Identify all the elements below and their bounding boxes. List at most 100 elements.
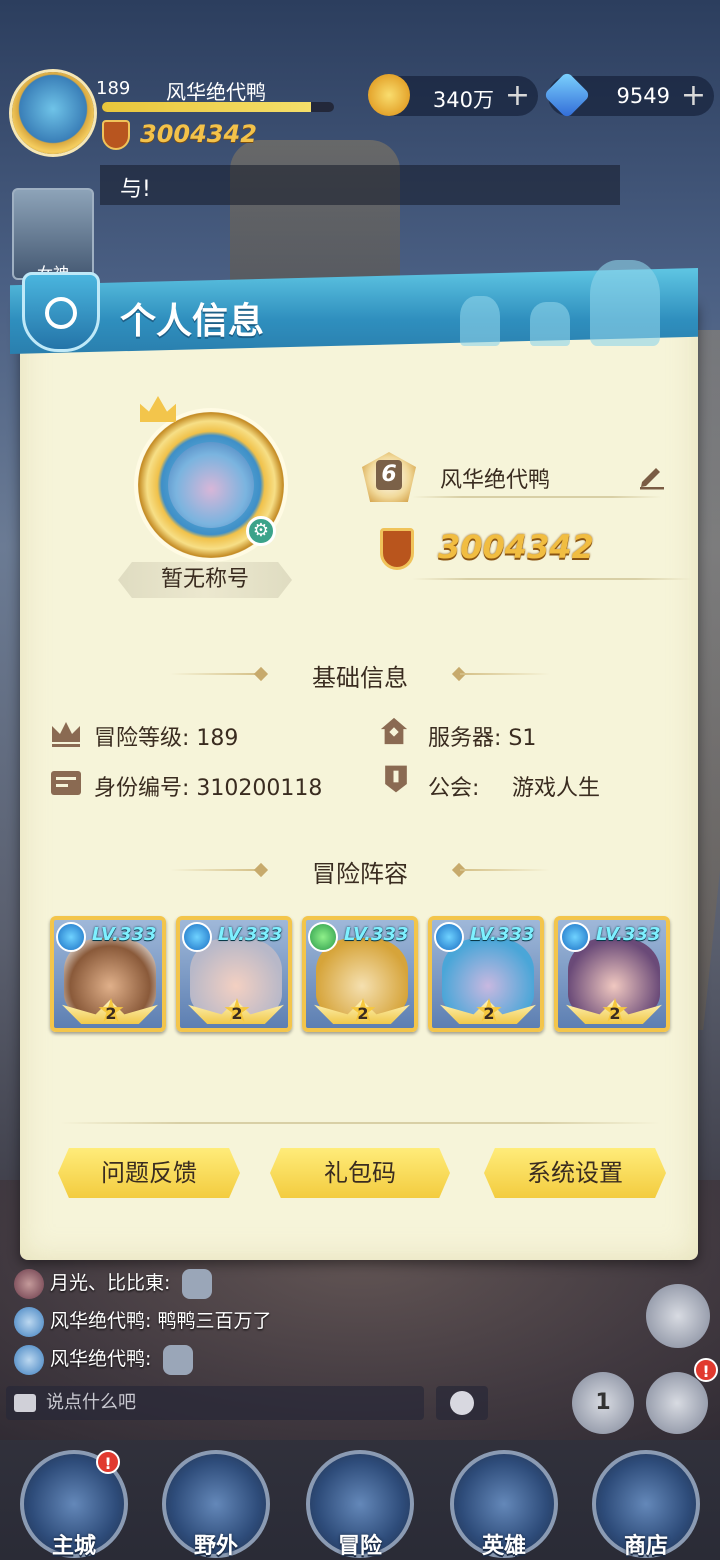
- hero-level: LV.333: [596, 924, 661, 945]
- section-divider-right: [460, 869, 550, 871]
- player-avatar[interactable]: [12, 72, 94, 154]
- add-gold-button[interactable]: +: [505, 78, 530, 114]
- hero-level: LV.333: [344, 924, 409, 945]
- wind-element-icon: [308, 922, 338, 952]
- guild-label: 公会:: [428, 776, 480, 801]
- crown-level-icon: [52, 722, 80, 747]
- hero-level: LV.333: [92, 924, 157, 945]
- avatar-portrait: [168, 442, 254, 528]
- panel-title: 个人信息: [120, 301, 265, 342]
- gold-value: 340万: [432, 88, 494, 112]
- profile-power-shield-icon: [380, 528, 414, 570]
- power-shield-icon: [102, 120, 130, 150]
- section-divider-right: [460, 673, 550, 675]
- gold-counter: 340万 +: [368, 74, 538, 116]
- basic-info-heading: 基础信息: [312, 664, 408, 692]
- profile-power: 3004342: [438, 528, 594, 566]
- gift-code-button[interactable]: 礼包码: [270, 1148, 450, 1198]
- server-icon: [380, 717, 408, 745]
- avatar-title-ribbon[interactable]: 暂无称号: [118, 562, 292, 598]
- chat-bubble-icon: [14, 1394, 36, 1412]
- adventure-level: 冒险等级: 189: [94, 726, 239, 751]
- nav-adventure[interactable]: 冒险: [300, 1450, 420, 1560]
- hero-card[interactable]: LV.333 2: [50, 916, 166, 1032]
- exp-bar-fill: [102, 102, 311, 112]
- water-element-icon: [182, 922, 212, 952]
- nav-alert-badge: !: [96, 1450, 120, 1474]
- hero-star-count: 2: [231, 1004, 243, 1023]
- nav-wild[interactable]: 野外: [156, 1450, 276, 1560]
- player-level: 189: [96, 78, 131, 99]
- hero-star-count: 2: [609, 1004, 621, 1023]
- chat-message-text: 月光、比比東:: [50, 1272, 171, 1294]
- sticker-icon: [182, 1268, 213, 1299]
- gem-counter: 9549 +: [543, 71, 714, 119]
- chat-message-text: 风华绝代鸭: 鸭鸭三百万了: [50, 1310, 272, 1332]
- hero-level: LV.333: [470, 924, 535, 945]
- emblem-ring: [45, 297, 77, 329]
- hero-card[interactable]: LV.333 2: [176, 916, 292, 1032]
- nav-label: 冒险: [337, 1534, 382, 1559]
- add-gems-button[interactable]: +: [681, 78, 706, 114]
- name-underline: [412, 496, 662, 498]
- hero-card[interactable]: LV.333 2: [428, 916, 544, 1032]
- nav-heroes[interactable]: 英雄: [444, 1450, 564, 1560]
- side-event-card[interactable]: 女神: [12, 188, 94, 283]
- guild-name: 游戏人生: [512, 776, 601, 801]
- smiley-icon: [450, 1391, 474, 1415]
- chat-avatar: [14, 1268, 44, 1299]
- chat-avatar: [14, 1344, 44, 1375]
- nav-label: 英雄: [481, 1534, 526, 1559]
- hero-card[interactable]: LV.333 2: [554, 916, 670, 1032]
- chat-input[interactable]: 说点什么吧: [6, 1386, 424, 1420]
- quest-alert-badge: !: [694, 1358, 718, 1382]
- nav-label: 野外: [193, 1534, 238, 1559]
- water-element-icon: [560, 922, 590, 952]
- avatar-settings-gear-icon[interactable]: ⚙: [246, 516, 276, 546]
- id-card-icon: [51, 771, 81, 795]
- friends-icon[interactable]: [646, 1284, 710, 1348]
- panel-bottom-divider: [60, 1122, 660, 1124]
- water-element-icon: [434, 922, 464, 952]
- chat-message-text: 风华绝代鸭:: [50, 1348, 152, 1370]
- profile-name: 风华绝代鸭: [440, 468, 551, 493]
- silhouette-3: [590, 260, 660, 346]
- gold-coin-icon: [368, 74, 410, 116]
- diamond-icon: [543, 71, 591, 119]
- quest-scroll-icon[interactable]: [646, 1372, 708, 1434]
- water-element-icon: [56, 922, 86, 952]
- rank-number: 6: [376, 460, 402, 490]
- hero-card[interactable]: LV.333 2: [302, 916, 418, 1032]
- nav-main-city[interactable]: 主城 !: [14, 1450, 134, 1560]
- chat-message: 风华绝代鸭: 鸭鸭三百万了: [14, 1306, 271, 1338]
- feedback-button[interactable]: 问题反馈: [58, 1148, 240, 1198]
- hero-star-count: 2: [105, 1004, 117, 1023]
- guild-banner-icon: [385, 765, 407, 793]
- hero-star-count: 2: [483, 1004, 495, 1023]
- chat-avatar: [14, 1306, 44, 1337]
- silhouette-1: [460, 296, 500, 346]
- leaderboard-podium-icon[interactable]: 1: [572, 1372, 634, 1434]
- nav-shop[interactable]: 商店: [586, 1450, 706, 1560]
- nav-label: 商店: [623, 1534, 668, 1559]
- player-id: 身份编号: 310200118: [94, 776, 323, 801]
- header-silhouettes: [450, 256, 680, 346]
- player-name: 风华绝代鸭: [166, 80, 266, 104]
- broadcast-strip: 与!: [100, 165, 620, 205]
- nav-label: 主城: [51, 1534, 96, 1559]
- exp-bar: [102, 102, 334, 112]
- emoji-button[interactable]: [436, 1386, 488, 1420]
- edit-pencil-icon[interactable]: [636, 460, 666, 490]
- chat-message: 风华绝代鸭:: [14, 1344, 199, 1376]
- chat-message: 月光、比比東:: [14, 1268, 218, 1300]
- lineup-heading: 冒险阵容: [312, 860, 408, 888]
- top-hud: 189 风华绝代鸭 3004342 340万 + 9549 +: [0, 62, 720, 154]
- hero-level: LV.333: [218, 924, 283, 945]
- player-power: 3004342: [140, 120, 257, 148]
- silhouette-2: [530, 302, 570, 346]
- gem-value: 9549: [616, 84, 670, 108]
- profile-emblem-icon: [22, 272, 100, 352]
- sticker-icon: [163, 1344, 194, 1375]
- system-settings-button[interactable]: 系统设置: [484, 1148, 666, 1198]
- server-info: 服务器: S1: [428, 726, 537, 751]
